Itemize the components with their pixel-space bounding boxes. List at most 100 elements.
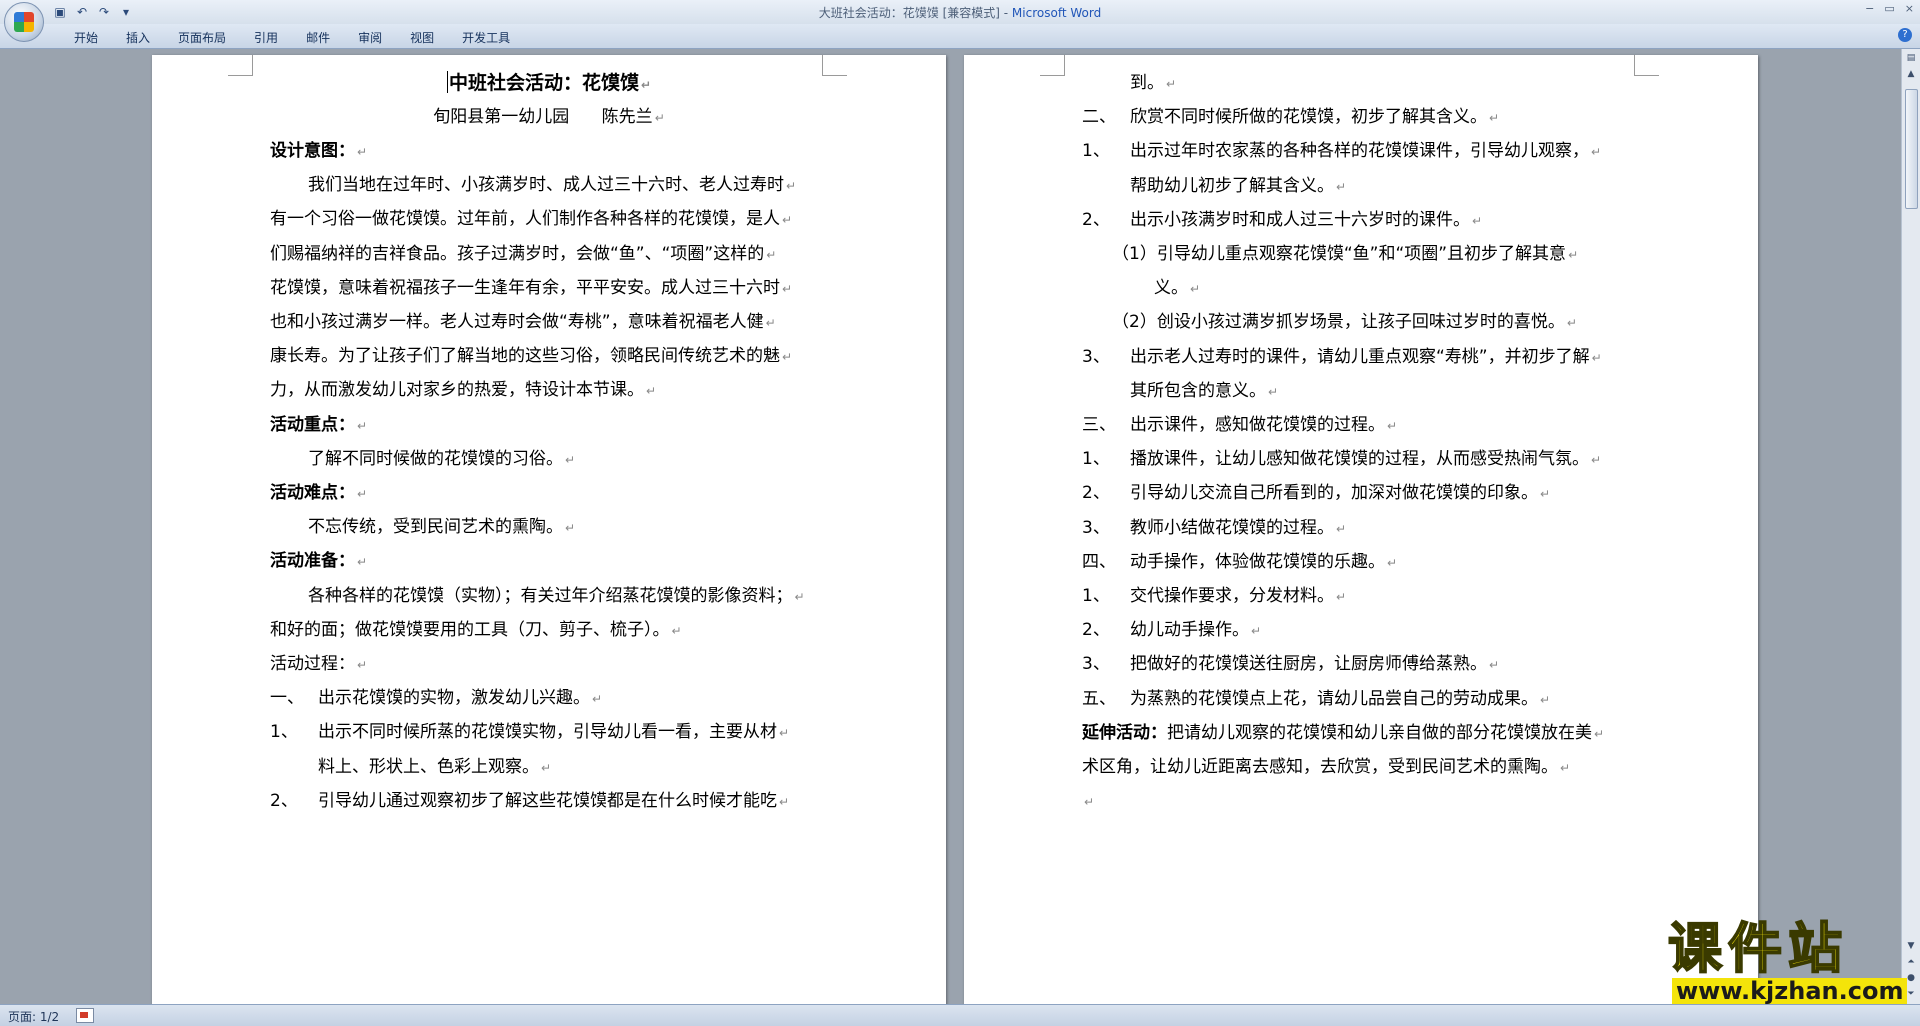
paragraph-mark-icon: ↵	[1489, 658, 1500, 673]
document-line: 3、 把做好的花馍馍送往厨房，让厨房师傅给蒸熟。 ↵	[1082, 654, 1499, 675]
document-line: 2、 引导幼儿交流自己所看到的，加深对做花馍馍的印象。 ↵	[1082, 483, 1550, 504]
watermark-url: www.kjzhan.com	[1672, 978, 1908, 1004]
list-number: 四、	[1082, 551, 1116, 572]
document-line: 活动难点： ↵	[270, 483, 367, 504]
paragraph-mark-icon: ↵	[357, 145, 368, 159]
document-line: 各种各样的花馍馍（实物）；有关过年介绍蒸花馍馍的影像资料； ↵	[308, 586, 805, 607]
watermark-title: 课件站	[1667, 917, 1848, 980]
paragraph-text: 们赐福纳祥的吉祥食品。孩子过满岁时，会做“鱼”、“项圈”这样的	[270, 243, 765, 264]
paragraph-mark-icon: ↵	[357, 658, 368, 672]
document-line: 术区角，让幼儿近距离去感知，去欣赏，受到民间艺术的熏陶。 ↵	[1082, 757, 1570, 778]
paragraph-text: 把请幼儿观察的花馍馍和幼儿亲自做的部分花馍馍放在美	[1167, 722, 1592, 743]
document-line: 力，从而激发幼儿对家乡的热爱，特设计本节课。 ↵	[270, 380, 656, 401]
paragraph-mark-icon: ↵	[1084, 795, 1095, 810]
document-line: 帮助幼儿初步了解其含义。 ↵	[1130, 176, 1346, 197]
paragraph-mark-icon: ↵	[1540, 692, 1551, 707]
paragraph-mark-icon: ↵	[1560, 761, 1571, 775]
document-line: 活动重点： ↵	[270, 415, 367, 436]
tab-home[interactable]: 开始	[60, 29, 112, 46]
document-line: 设计意图： ↵	[270, 141, 367, 162]
paragraph-text: 出示不同时候所蒸的花馍馍实物，引导幼儿看一看，主要从材	[318, 722, 777, 743]
paragraph-text: 力，从而激发幼儿对家乡的热爱，特设计本节课。	[270, 380, 644, 401]
paragraph-text: 出示课件，感知做花馍馍的过程。	[1130, 415, 1385, 435]
list-number: 2、	[1082, 483, 1110, 504]
document-line: 到。 ↵	[1130, 73, 1176, 94]
ruler-toggle-icon[interactable]: ▤	[1904, 51, 1918, 65]
paragraph-mark-icon: ↵	[1251, 624, 1262, 639]
document-line: 2、 幼儿动手操作。 ↵	[1082, 620, 1261, 641]
paragraph-mark-icon: ↵	[765, 316, 776, 330]
document-line: ↵	[1082, 791, 1094, 812]
tab-references[interactable]: 引用	[240, 29, 292, 46]
tab-developer[interactable]: 开发工具	[448, 29, 524, 46]
help-icon[interactable]: ?	[1898, 28, 1912, 42]
paragraph-mark-icon: ↵	[1268, 384, 1279, 399]
section-heading: 设计意图：	[270, 141, 355, 161]
list-number: 五、	[1082, 688, 1116, 709]
document-workspace[interactable]: 中班社会活动：花馍馍 ↵ 旬阳县第一幼儿园 陈先兰 ↵ 设计意图： ↵ 我们当地在过年时、小…	[0, 49, 1902, 1004]
document-line: 了解不同时候做的花馍馍的习俗。 ↵	[308, 449, 575, 470]
list-number: 2、	[270, 790, 298, 811]
restore-button[interactable]: ▭	[1884, 2, 1894, 15]
document-line: （2）创设小孩过满岁抓岁场景，让孩子回味过岁时的喜悦。 ↵	[1112, 312, 1577, 333]
paragraph-text: 为蒸熟的花馍馍点上花，请幼儿品尝自己的劳动成果。	[1130, 688, 1538, 709]
document-line: 2、 出示小孩满岁时和成人过三十六岁时的课件。 ↵	[1082, 210, 1482, 231]
paragraph-text: 出示过年时农家蒸的各种各样的花馍馍课件，引导幼儿观察，	[1130, 141, 1589, 162]
paragraph-mark-icon: ↵	[1387, 419, 1398, 433]
list-number: 1、	[1082, 449, 1110, 470]
scroll-thumb[interactable]	[1905, 89, 1918, 209]
paragraph-text: 不忘传统，受到民间艺术的熏陶。	[308, 517, 563, 538]
minimize-button[interactable]: −	[1865, 2, 1874, 15]
document-line: 1、 播放课件，让幼儿感知做花馍馍的过程，从而感受热闹气氛。 ↵	[1082, 449, 1601, 470]
page-counter[interactable]: 页面: 1/2	[8, 1008, 59, 1025]
document-line: 康长寿。为了让孩子们了解当地的这些习俗，领略民间传统艺术的魅 ↵	[270, 346, 792, 367]
document-page-2[interactable]: 到。 ↵ 二、 欣赏不同时候所做的花馍馍，初步了解其含义。 ↵ 1、 出示过年时农家蒸的各种…	[964, 55, 1758, 1004]
tab-mailings[interactable]: 邮件	[292, 29, 344, 46]
paragraph-mark-icon: ↵	[794, 589, 805, 604]
text-cursor	[446, 71, 448, 93]
paragraph-text: 出示老人过寿时的课件，请幼儿重点观察“寿桃”，并初步了解	[1130, 346, 1590, 367]
ribbon-tabs: 开始 插入 页面布局 引用 邮件 审阅 视图 开发工具 ?	[0, 24, 1920, 49]
previous-page-icon[interactable]: ⏶	[1904, 955, 1918, 969]
vertical-scrollbar[interactable]: ▤ ▲ ▼ ⏶ ● ⏷	[1901, 49, 1920, 1004]
paragraph-text: 帮助幼儿初步了解其含义。	[1130, 175, 1334, 196]
document-line: 1、 出示过年时农家蒸的各种各样的花馍馍课件，引导幼儿观察， ↵	[1082, 141, 1601, 162]
paragraph-text: 和好的面；做花馍馍要用的工具（刀、剪子、梳子）。	[270, 619, 670, 640]
proofing-icon[interactable]	[76, 1008, 94, 1023]
paragraph-mark-icon: ↵	[565, 521, 576, 536]
paragraph-text: 也和小孩过满岁一样。老人过寿时会做“寿桃”，意味着祝福老人健	[270, 312, 764, 332]
paragraph-text: 出示小孩满岁时和成人过三十六岁时的课件。	[1130, 209, 1470, 230]
paragraph-mark-icon: ↵	[1591, 145, 1602, 160]
paragraph-mark-icon: ↵	[1387, 555, 1398, 570]
tab-review[interactable]: 审阅	[344, 29, 396, 46]
document-line: 三、 出示课件，感知做花馍馍的过程。 ↵	[1082, 415, 1397, 436]
paragraph-text: 到。	[1130, 73, 1164, 93]
document-title: 大班社会活动：花馍馍 [兼容模式] -	[818, 6, 1012, 20]
paragraph-text: 有一个习俗一做花馍馍。过年前，人们制作各种各样的花馍馍，是人	[270, 209, 780, 230]
tab-page-layout[interactable]: 页面布局	[164, 29, 240, 46]
title-bar: ▣ ↶ ↷ ▾ 大班社会活动：花馍馍 [兼容模式] - Microsoft Wo…	[0, 0, 1920, 24]
document-line: 花馍馍，意味着祝福孩子一生逢年有余，平平安安。成人过三十六时 ↵	[270, 278, 792, 299]
document-title-text: 中班社会活动：花馍馍	[448, 72, 639, 94]
window-title: 大班社会活动：花馍馍 [兼容模式] - Microsoft Word	[0, 4, 1920, 21]
section-heading: 活动难点：	[270, 483, 355, 503]
scroll-up-icon[interactable]: ▲	[1904, 67, 1918, 81]
list-number: 3、	[1082, 346, 1110, 367]
tab-view[interactable]: 视图	[396, 29, 448, 46]
list-number: 1、	[270, 722, 298, 743]
document-line: 二、 欣赏不同时候所做的花馍馍，初步了解其含义。 ↵	[1082, 107, 1499, 128]
document-page-1[interactable]: 中班社会活动：花馍馍 ↵ 旬阳县第一幼儿园 陈先兰 ↵ 设计意图： ↵ 我们当地在过年时、小…	[152, 55, 946, 1004]
scroll-down-icon[interactable]: ▼	[1904, 939, 1918, 953]
paragraph-mark-icon: ↵	[541, 760, 552, 775]
app-name: Microsoft Word	[1011, 6, 1102, 20]
paragraph-mark-icon: ↵	[1591, 453, 1602, 468]
close-button[interactable]: ×	[1905, 2, 1914, 15]
paragraph-mark-icon: ↵	[1489, 111, 1500, 126]
document-line: 料上、形状上、色彩上观察。 ↵	[318, 757, 551, 778]
paragraph-text: 其所包含的意义。	[1130, 380, 1266, 401]
document-line: 1、 交代操作要求，分发材料。 ↵	[1082, 586, 1346, 607]
tab-insert[interactable]: 插入	[112, 29, 164, 46]
document-line: 们赐福纳祥的吉祥食品。孩子过满岁时，会做“鱼”、“项圈”这样的 ↵	[270, 244, 776, 265]
paragraph-text: 动手操作，体验做花馍馍的乐趣。	[1130, 551, 1385, 572]
office-button[interactable]	[4, 2, 44, 42]
